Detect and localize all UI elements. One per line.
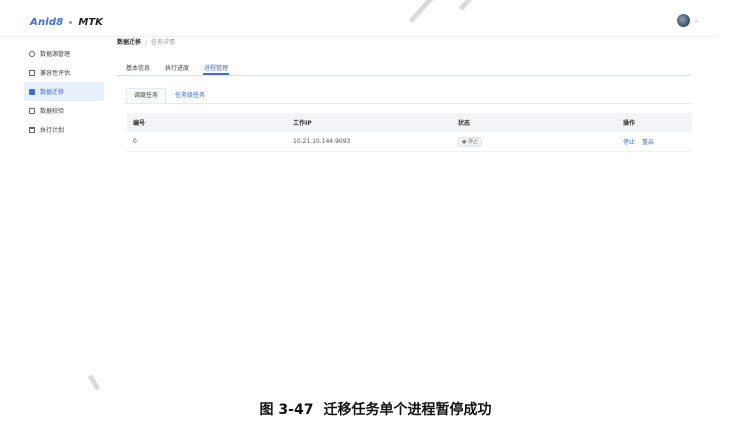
sidebar-item-validation[interactable]: 数据校验 [24, 101, 104, 120]
assessment-icon [29, 69, 35, 76]
detail-tabs: 基本信息 执行进度 进程管理 [117, 60, 692, 76]
breadcrumb-current: 任务详情 [151, 39, 176, 46]
watermark-stripe [87, 374, 101, 391]
sidebar-item-label: 数据源管理 [40, 51, 71, 58]
tab-progress[interactable]: 执行进度 [165, 63, 189, 72]
brand-name: Anld8 [30, 16, 64, 28]
logo-separator [69, 20, 73, 24]
cell-actions: 停止 重启 [623, 137, 692, 146]
restart-link[interactable]: 重启 [642, 139, 654, 146]
avatar[interactable] [677, 14, 690, 27]
figure-caption: 图 3-47 迁移任务单个进程暂停成功 [0, 399, 751, 419]
status-badge: ● 停止 [458, 136, 482, 147]
sidebar-item-label: 数据校验 [40, 108, 65, 115]
process-table: 编号 工作IP 状态 操作 0 10.21.10.144:9093 ● 停止 停… [127, 113, 692, 152]
user-menu[interactable]: ⌄ [677, 14, 699, 27]
active-tab-indicator [203, 73, 229, 75]
chevron-down-icon[interactable]: ⌄ [694, 17, 699, 24]
sidebar-item-label: 兼容性评估 [40, 70, 71, 77]
subtab-scheduling[interactable]: 调度任务 [126, 88, 167, 103]
figure-title: 迁移任务单个进程暂停成功 [323, 402, 492, 418]
stop-link[interactable]: 停止 [623, 139, 635, 146]
breadcrumb: 数据迁移 / 任务详情 [117, 37, 175, 46]
breadcrumb-separator: / [145, 39, 148, 46]
header-actions: 操作 [623, 120, 636, 127]
sidebar-item-datasource[interactable]: 数据源管理 [24, 44, 104, 63]
cell-status: ● 停止 [458, 136, 623, 147]
sidebar-item-plan[interactable]: 执行计划 [24, 120, 104, 139]
tab-process-management[interactable]: 进程管理 [204, 63, 228, 72]
figure-number: 图 3-47 [259, 402, 314, 418]
check-icon [29, 107, 35, 114]
product-name: MTK [78, 16, 103, 28]
subtab-task-level[interactable]: 任务级任务 [167, 88, 214, 103]
sidebar-item-compatibility[interactable]: 兼容性评估 [24, 63, 104, 82]
calendar-icon [29, 126, 35, 133]
header-worker-ip: 工作IP [293, 120, 312, 127]
header-id: 编号 [133, 120, 146, 127]
sidebar-item-label: 数据迁移 [40, 89, 65, 96]
sidebar: 数据源管理 兼容性评估 数据迁移 数据校验 执行计划 [24, 44, 104, 139]
process-subtabs: 调度任务 任务级任务 [123, 88, 692, 104]
table-header: 编号 工作IP 状态 操作 [127, 113, 692, 132]
folder-icon [29, 88, 35, 95]
cell-worker-ip: 10.21.10.144:9093 [293, 138, 351, 145]
sidebar-item-label: 执行计划 [40, 127, 65, 134]
app-logo[interactable]: Anld8 MTK [30, 15, 103, 29]
tab-basic-info[interactable]: 基本信息 [126, 63, 150, 72]
breadcrumb-root[interactable]: 数据迁移 [117, 39, 141, 46]
cell-id: 0 [133, 138, 137, 145]
sidebar-item-migration[interactable]: 数据迁移 [24, 82, 104, 101]
header-status: 状态 [458, 120, 471, 127]
top-bar: Anld8 MTK ⌄ [0, 8, 718, 37]
database-icon [29, 50, 35, 57]
table-row: 0 10.21.10.144:9093 ● 停止 停止 重启 [127, 132, 692, 152]
